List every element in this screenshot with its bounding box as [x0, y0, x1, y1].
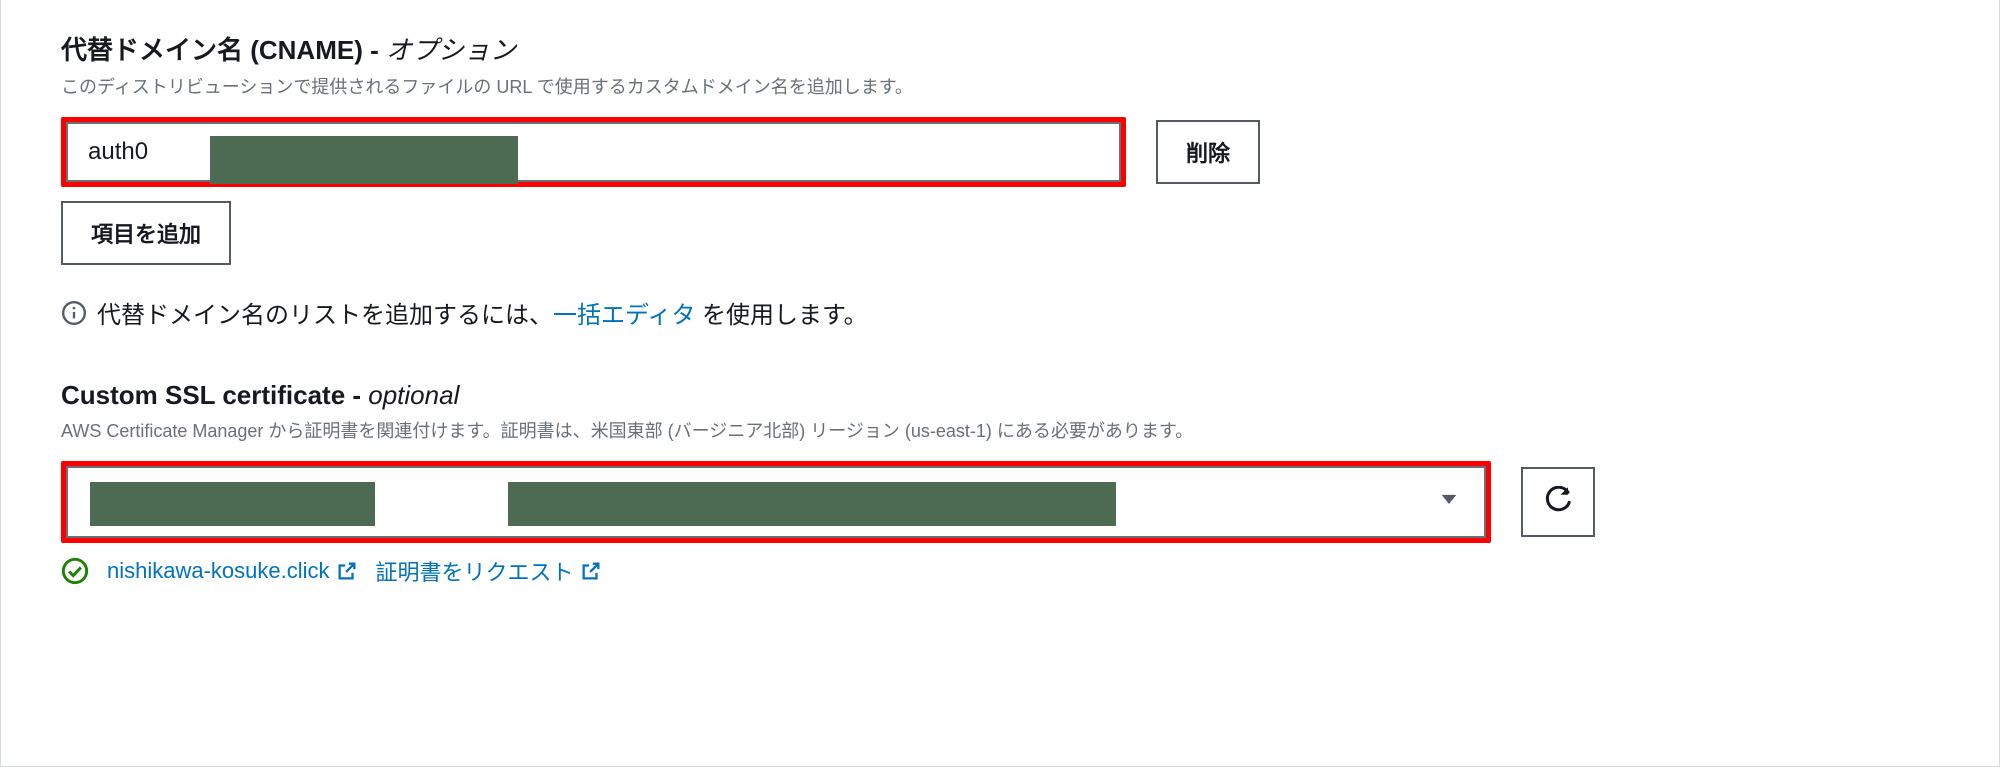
caret-down-icon [1438, 488, 1460, 517]
cname-info-pre: 代替ドメイン名のリストを追加するには、 [97, 302, 553, 329]
redaction-block [210, 136, 518, 184]
cname-info-text: 代替ドメイン名のリストを追加するには、一括エディタ を使用します。 [97, 295, 868, 330]
verified-domain-link[interactable]: nishikawa-kosuke.click [107, 558, 358, 584]
ssl-status-row: nishikawa-kosuke.click 証明書をリクエスト [61, 555, 1939, 587]
cname-info-row: 代替ドメイン名のリストを追加するには、一括エディタ を使用します。 [61, 295, 1939, 330]
redaction-block [508, 482, 1116, 526]
cname-title: 代替ドメイン名 (CNAME) - オプション [61, 30, 1939, 67]
info-icon [61, 300, 87, 326]
ssl-section: Custom SSL certificate - optional AWS Ce… [61, 380, 1939, 587]
ssl-title: Custom SSL certificate - optional [61, 380, 1939, 411]
cname-input-highlight [61, 117, 1126, 187]
request-certificate-link[interactable]: 証明書をリクエスト [376, 555, 602, 587]
ssl-title-optional: optional [368, 380, 459, 410]
verified-domain-text: nishikawa-kosuke.click [107, 558, 330, 584]
cname-input-wrapper [66, 122, 1121, 182]
redaction-block [90, 482, 375, 526]
external-link-icon [580, 560, 602, 582]
success-check-icon [61, 557, 89, 585]
ssl-select-row: click (74 1c) [61, 461, 1939, 543]
refresh-icon [1543, 486, 1573, 519]
add-item-row: 項目を追加 [61, 201, 1939, 265]
external-link-icon [336, 560, 358, 582]
ssl-select-highlight: click (74 1c) [61, 461, 1491, 543]
add-item-button[interactable]: 項目を追加 [61, 201, 231, 265]
cname-title-main: 代替ドメイン名 (CNAME) - [61, 35, 386, 65]
request-certificate-text: 証明書をリクエスト [376, 555, 574, 587]
refresh-button[interactable] [1521, 467, 1595, 537]
delete-button[interactable]: 削除 [1156, 120, 1260, 184]
ssl-description: AWS Certificate Manager から証明書を関連付けます。証明書… [61, 417, 1939, 443]
cname-description: このディストリビューションで提供されるファイルの URL で使用するカスタムドメ… [61, 73, 1939, 99]
settings-panel: 代替ドメイン名 (CNAME) - オプション このディストリビューションで提供… [0, 0, 2000, 767]
cname-input-row: 削除 [61, 117, 1939, 187]
cname-title-optional: オプション [386, 35, 516, 65]
cname-info-post: を使用します。 [695, 302, 867, 329]
cname-section: 代替ドメイン名 (CNAME) - オプション このディストリビューションで提供… [61, 30, 1939, 330]
bulk-editor-link[interactable]: 一括エディタ [553, 302, 695, 329]
ssl-certificate-select[interactable]: click (74 1c) [66, 466, 1486, 538]
ssl-title-main: Custom SSL certificate - [61, 380, 368, 410]
